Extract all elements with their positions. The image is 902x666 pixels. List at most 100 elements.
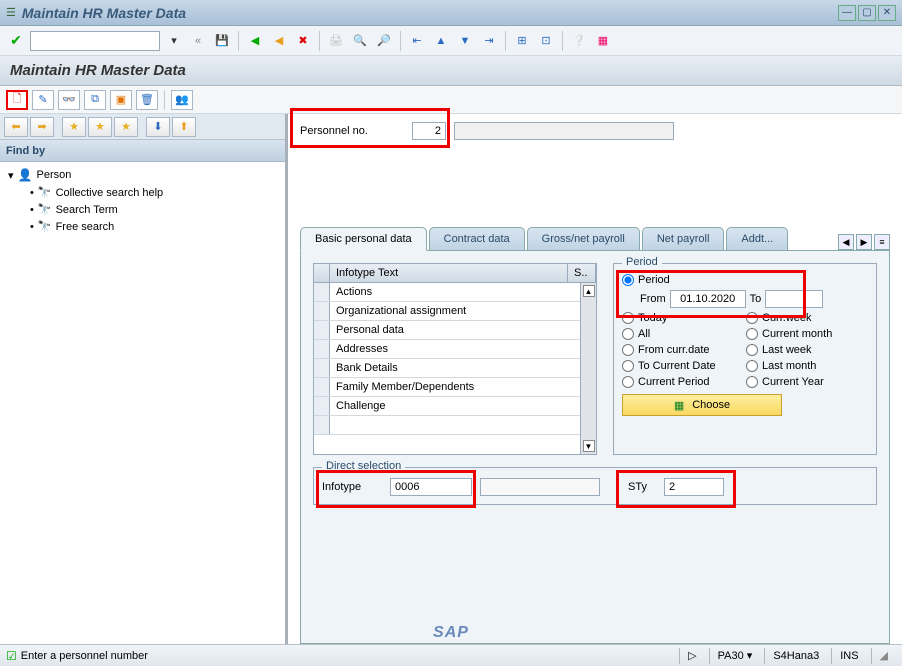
layout-icon[interactable]: ▦ — [593, 31, 613, 51]
tab-scroll-left[interactable]: ◀ — [838, 234, 854, 250]
tab-contract[interactable]: Contract data — [429, 227, 525, 250]
trash-icon: 🗑 — [140, 93, 154, 106]
cancel-icon[interactable]: ✖ — [293, 31, 313, 51]
close-button[interactable]: ✕ — [878, 5, 896, 21]
find-icon[interactable]: 🔍 — [350, 31, 370, 51]
status-sep: ▷ — [679, 648, 704, 664]
table-row[interactable]: Addresses — [314, 340, 596, 359]
direct-selection-group: Direct selection Infotype STy — [313, 467, 877, 505]
find-next-icon[interactable]: 🔎 — [374, 31, 394, 51]
page-header: Maintain HR Master Data — [0, 56, 902, 86]
fav-1-button[interactable]: ★ — [62, 117, 86, 137]
table-scrollbar[interactable]: ▲ ▼ — [580, 283, 596, 454]
radio-curryear[interactable]: Current Year — [746, 376, 868, 388]
infotype-table: Infotype Text S.. Actions Organizational… — [313, 263, 597, 455]
from-date-input[interactable] — [670, 290, 746, 308]
radio-period[interactable]: Period — [622, 274, 868, 286]
print-icon[interactable]: 🖨 — [326, 31, 346, 51]
status-tcode[interactable]: PA30 ▾ — [709, 648, 761, 664]
radio-fromcurr[interactable]: From curr.date — [622, 344, 744, 356]
page-title: Maintain HR Master Data — [10, 62, 186, 79]
personnel-input[interactable] — [412, 122, 446, 140]
nav-toolbar: ⬅ ➡ ★ ★ ★ ⬇ ⬆ — [0, 114, 285, 140]
last-page-icon[interactable]: ⇥ — [479, 31, 499, 51]
table-row[interactable] — [314, 416, 596, 435]
radio-today[interactable]: Today — [622, 312, 744, 324]
radio-currweek[interactable]: Curr.week — [746, 312, 868, 324]
delete-button[interactable]: 🗑 — [136, 90, 158, 110]
history-back-icon[interactable]: « — [188, 31, 208, 51]
copy-icon: ⧉ — [91, 93, 99, 106]
create-button[interactable]: 🗋 — [6, 90, 28, 110]
command-field[interactable] — [30, 31, 160, 51]
radio-period-input[interactable] — [622, 274, 634, 286]
sty-input[interactable] — [664, 478, 724, 496]
new-session-icon[interactable]: ⊞ — [512, 31, 532, 51]
app-menu-icon[interactable]: ☰ — [6, 6, 16, 19]
table-row[interactable]: Organizational assignment — [314, 302, 596, 321]
copy-button[interactable]: ⧉ — [84, 90, 106, 110]
scroll-down-icon: ▼ — [583, 440, 595, 452]
enter-icon[interactable]: ✔ — [6, 31, 26, 51]
table-row[interactable]: Family Member/Dependents — [314, 378, 596, 397]
radio-lastweek[interactable]: Last week — [746, 344, 868, 356]
radio-all[interactable]: All — [622, 328, 744, 340]
maximize-button[interactable]: ▢ — [858, 5, 876, 21]
delimit-icon: ▣ — [116, 93, 126, 106]
window-title-bar: ☰ Maintain HR Master Data — ▢ ✕ — [0, 0, 902, 26]
tab-basic-personal[interactable]: Basic personal data — [300, 227, 427, 251]
table-row[interactable]: Personal data — [314, 321, 596, 340]
to-date-input[interactable] — [765, 290, 823, 308]
shortcut-icon[interactable]: ⊡ — [536, 31, 556, 51]
radio-lastmonth[interactable]: Last month — [746, 360, 868, 372]
status-message: Enter a personnel number — [21, 650, 148, 662]
tree-item-searchterm[interactable]: •🔭 Search Term — [8, 201, 277, 218]
help-icon[interactable]: ❔ — [569, 31, 589, 51]
back-icon[interactable]: ◀ — [245, 31, 265, 51]
status-check-icon: ☑ — [6, 649, 17, 663]
tab-net-payroll[interactable]: Net payroll — [642, 227, 725, 250]
tree-item-freesearch[interactable]: •🔭 Free search — [8, 218, 277, 235]
status-mode[interactable]: INS — [831, 648, 866, 664]
tree-item-collective[interactable]: •🔭 Collective search help — [8, 184, 277, 201]
save-icon[interactable]: 💾 — [212, 31, 232, 51]
infotype-input[interactable] — [390, 478, 472, 496]
tab-list[interactable]: ≡ — [874, 234, 890, 250]
minimize-button[interactable]: — — [838, 5, 856, 21]
status-system[interactable]: S4Hana3 — [764, 648, 827, 664]
sap-logo: SAP — [433, 624, 469, 642]
arrow-left-icon: ⬅ — [11, 120, 20, 133]
person-icon: 👤 — [18, 168, 33, 182]
table-row[interactable]: Bank Details — [314, 359, 596, 378]
collapse-button[interactable]: ⬆ — [172, 117, 196, 137]
fav-3-button[interactable]: ★ — [114, 117, 138, 137]
radio-currmonth[interactable]: Current month — [746, 328, 868, 340]
display-button[interactable]: 👓 — [58, 90, 80, 110]
tab-gross-net[interactable]: Gross/net payroll — [527, 227, 640, 250]
table-row[interactable]: Actions — [314, 283, 596, 302]
command-dropdown-icon[interactable]: ▾ — [164, 31, 184, 51]
exit-icon[interactable]: ◀ — [269, 31, 289, 51]
tree-label: Free search — [56, 221, 115, 233]
radio-tocurrent[interactable]: To Current Date — [622, 360, 744, 372]
tab-scroll-right[interactable]: ▶ — [856, 234, 872, 250]
delimit-button[interactable]: ▣ — [110, 90, 132, 110]
tree-item-person[interactable]: ▾ 👤 Person — [8, 166, 277, 184]
table-row[interactable]: Challenge — [314, 397, 596, 416]
first-page-icon[interactable]: ⇤ — [407, 31, 427, 51]
expand-button[interactable]: ⬇ — [146, 117, 170, 137]
next-page-icon[interactable]: ▼ — [455, 31, 475, 51]
overview-button[interactable]: 👥 — [171, 90, 193, 110]
radio-currperiod[interactable]: Current Period — [622, 376, 744, 388]
it-header-s[interactable]: S.. — [568, 264, 596, 282]
nav-back-button[interactable]: ⬅ — [4, 117, 28, 137]
nav-forward-button[interactable]: ➡ — [30, 117, 54, 137]
fav-2-button[interactable]: ★ — [88, 117, 112, 137]
prev-page-icon[interactable]: ▲ — [431, 31, 451, 51]
choose-button[interactable]: ▦ Choose — [622, 394, 782, 416]
binoculars-icon: 🔭 — [38, 220, 52, 233]
edit-button[interactable]: ✎ — [32, 90, 54, 110]
it-header-text[interactable]: Infotype Text — [330, 264, 568, 282]
infotype-desc — [480, 478, 600, 496]
tab-addt[interactable]: Addt... — [726, 227, 788, 250]
